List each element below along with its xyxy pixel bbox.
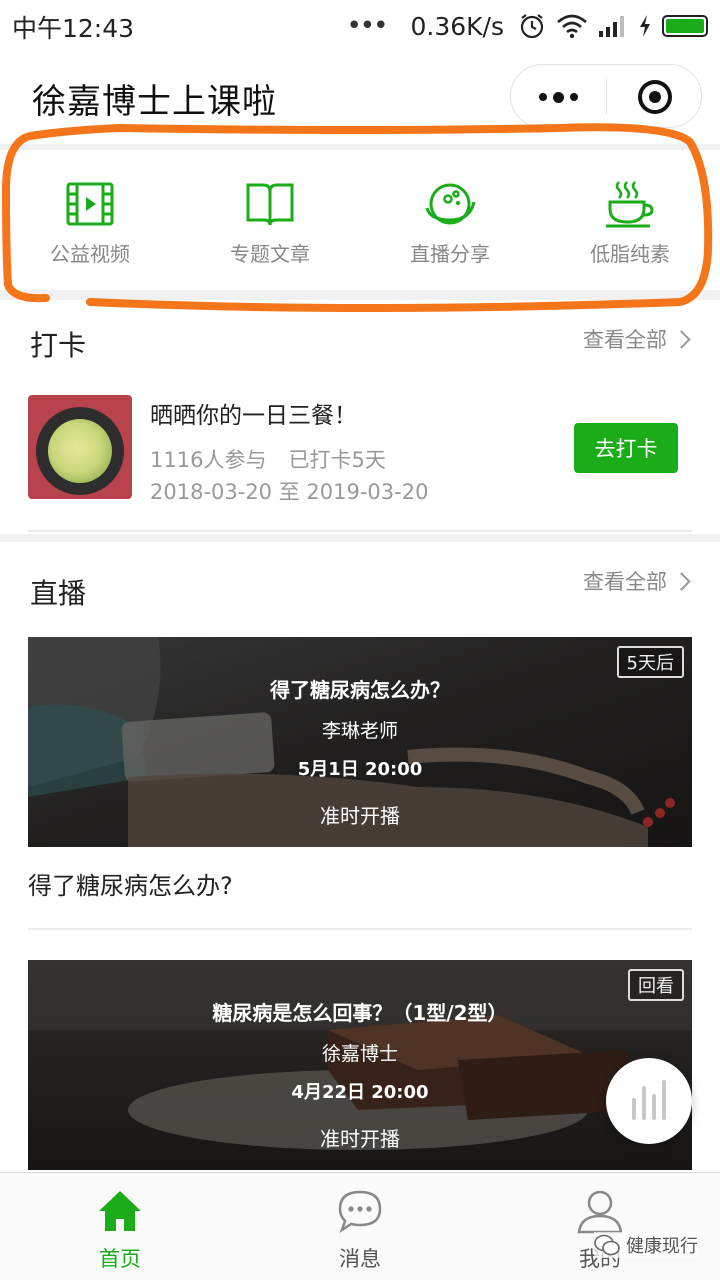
see-all-label: 查看全部 <box>583 570 667 594</box>
more-notifications-icon: ••• <box>346 11 388 41</box>
watermark-text: 健康现行 <box>626 1236 698 1257</box>
audio-bars-icon <box>652 1094 656 1120</box>
page-title: 徐嘉博士上课啦 <box>32 82 277 122</box>
live-teacher: 徐嘉博士 <box>321 1043 398 1065</box>
section-title: 直播 <box>30 577 87 610</box>
battery-icon <box>662 15 708 37</box>
status-icons: ••• 0.36K/s <box>346 8 708 44</box>
more-dots-icon <box>553 91 564 103</box>
chat-icon <box>338 1190 382 1234</box>
chevron-right-icon <box>672 571 691 591</box>
status-time: 中午12:43 <box>12 14 135 43</box>
category-label: 专题文章 <box>230 242 310 266</box>
mini-program-capsule <box>510 64 702 128</box>
checkin-section-header: 打卡 查看全部 <box>0 300 720 380</box>
charging-icon <box>640 15 650 37</box>
see-all-link[interactable]: 查看全部 <box>583 324 691 354</box>
video-icon <box>66 182 114 226</box>
section-title: 打卡 <box>30 329 87 362</box>
live-time: 4月22日 20:00 <box>291 1082 429 1103</box>
tab-home[interactable]: 首页 <box>0 1173 240 1280</box>
meal-thumbnail <box>28 395 132 499</box>
checkin-meta: 1116人参与 已打卡5天 <box>150 444 386 474</box>
live-title: 糖尿病是怎么回事？（1型/2型） <box>212 1001 508 1025</box>
live-section-header: 直播 查看全部 <box>0 542 720 622</box>
participants-count: 1116人参与 <box>150 448 267 472</box>
status-bar: 中午12:43 ••• 0.36K/s <box>0 0 720 52</box>
divider <box>28 928 692 930</box>
checkin-button[interactable]: 去打卡 <box>574 423 678 473</box>
category-live[interactable]: 直播分享 <box>360 150 540 290</box>
divider <box>0 534 720 542</box>
book-icon <box>246 183 294 226</box>
category-articles[interactable]: 专题文章 <box>180 150 360 290</box>
planet-icon <box>425 183 476 225</box>
category-vegan[interactable]: 低脂纯素 <box>540 150 720 290</box>
checkin-item[interactable]: 晒晒你的一日三餐！ 1116人参与 已打卡5天 2018-03-20 至 201… <box>0 380 720 530</box>
live-status: 准时开播 <box>320 804 400 828</box>
title-bar: 徐嘉博士上课啦 <box>0 52 720 144</box>
tab-messages[interactable]: 消息 <box>240 1173 480 1280</box>
wechat-logo-icon <box>594 1234 620 1256</box>
live-time: 5月1日 20:00 <box>297 759 423 780</box>
more-dots-icon <box>539 93 547 101</box>
category-label: 公益视频 <box>50 242 130 266</box>
tab-label: 首页 <box>99 1247 141 1271</box>
see-all-label: 查看全部 <box>583 328 667 352</box>
more-button[interactable] <box>511 65 606 129</box>
chevron-right-icon <box>672 329 691 349</box>
audio-bars-icon <box>632 1098 636 1120</box>
checkin-title: 晒晒你的一日三餐！ <box>150 403 357 429</box>
divider <box>28 530 692 532</box>
user-icon <box>577 1190 623 1234</box>
audio-bars-icon <box>642 1086 646 1120</box>
wechat-watermark: 健康现行 <box>594 1232 698 1258</box>
live-card[interactable]: 回看 糖尿病是怎么回事？（1型/2型） 徐嘉博士 4月22日 20:00 准时开… <box>28 960 692 1170</box>
live-caption[interactable]: 得了糖尿病怎么办? <box>28 866 233 901</box>
checkin-dates: 2018-03-20 至 2019-03-20 <box>150 480 429 504</box>
wifi-icon <box>557 14 587 39</box>
audio-bars-icon <box>662 1080 666 1120</box>
tab-label: 消息 <box>339 1247 381 1271</box>
live-status: 准时开播 <box>320 1127 400 1151</box>
tab-me[interactable]: 我的 <box>480 1173 720 1280</box>
streak-days: 已打卡5天 <box>288 448 386 472</box>
live-title: 得了糖尿病怎么办？ <box>270 678 450 702</box>
category-label: 直播分享 <box>410 242 490 266</box>
home-icon <box>99 1191 141 1231</box>
category-video[interactable]: 公益视频 <box>0 150 180 290</box>
network-speed: 0.36K/s <box>410 11 504 41</box>
close-button[interactable] <box>607 65 703 129</box>
category-label: 低脂纯素 <box>590 242 670 266</box>
alarm-icon <box>520 14 544 39</box>
divider <box>0 290 720 300</box>
more-dots-icon <box>570 93 578 101</box>
audio-player-button[interactable] <box>606 1058 692 1144</box>
tab-bar: 首页 消息 我的 <box>0 1172 720 1280</box>
signal-icon <box>599 16 624 37</box>
live-teacher: 李琳老师 <box>321 720 398 742</box>
category-grid: 公益视频 专题文章 直播分享 低脂纯素 <box>0 150 720 290</box>
live-card[interactable]: 5天后 得了糖尿病怎么办？ 李琳老师 5月1日 20:00 准时开播 <box>28 637 692 847</box>
tea-cup-icon <box>606 181 654 228</box>
target-close-icon <box>638 80 672 114</box>
see-all-link[interactable]: 查看全部 <box>583 566 691 596</box>
